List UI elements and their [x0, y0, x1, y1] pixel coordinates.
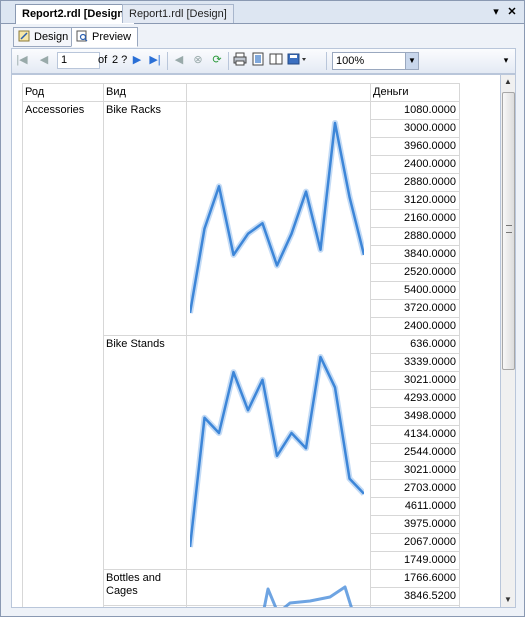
grid-line	[22, 83, 460, 84]
money-cell: 2544.0000	[404, 446, 456, 458]
money-cell: 2160.0000	[404, 212, 456, 224]
report-preview-area: Род Вид Деньги Accessories Bike Racks 108…	[11, 74, 501, 608]
tab-report1-design[interactable]: Report1.rdl [Design]	[122, 4, 234, 23]
money-cell: 2880.0000	[404, 176, 456, 188]
preview-icon	[76, 30, 88, 42]
money-cell: 2880.0000	[404, 230, 456, 242]
document-tab-strip: Report2.rdl [Design] Report1.rdl [Design…	[1, 1, 524, 24]
money-cell: 1080.0000	[404, 104, 456, 116]
last-page-icon[interactable]: ▶|	[147, 52, 163, 68]
zoom-value: 100%	[336, 55, 365, 67]
preview-toolbar: |◀ ◀ 1 of 2 ? ▶ ▶| ◀ ⊗ ⟳ 100% ▼ ▾	[11, 48, 516, 74]
grid-line	[22, 83, 23, 607]
page-of-label: of	[98, 54, 108, 66]
previous-page-icon[interactable]: ◀	[36, 52, 52, 68]
sparkline-chart	[190, 354, 364, 548]
tab-report2-design[interactable]: Report2.rdl [Design]	[15, 4, 135, 24]
sparkline-series	[190, 355, 364, 548]
money-cell: 3960.0000	[404, 140, 456, 152]
vertical-scrollbar[interactable]: ▲ ▼	[500, 74, 516, 608]
scroll-down-icon[interactable]: ▼	[501, 593, 515, 607]
toolbar-overflow-icon[interactable]: ▾	[498, 52, 514, 68]
money-cell: 3720.0000	[404, 302, 456, 314]
money-cell: 3846.5200	[404, 590, 456, 602]
chevron-down-icon[interactable]: ▼	[405, 53, 418, 69]
sparkline-chart	[262, 585, 353, 607]
money-cell: 2520.0000	[404, 266, 456, 278]
money-cell: 3000.0000	[404, 122, 456, 134]
money-cell: 5400.0000	[404, 284, 456, 296]
print-layout-icon[interactable]	[250, 52, 266, 68]
close-icon[interactable]: ✕	[505, 5, 519, 19]
money-cell: 3021.0000	[404, 464, 456, 476]
money-cell: 4293.0000	[404, 392, 456, 404]
sparkline-series	[262, 585, 353, 607]
money-cell: 4134.0000	[404, 428, 456, 440]
grid-line	[370, 605, 460, 606]
dropdown-icon[interactable]: ▾	[489, 5, 503, 19]
money-cell: 2400.0000	[404, 320, 456, 332]
money-cell: 636.0000	[410, 338, 456, 350]
money-cell: 1766.6000	[404, 572, 456, 584]
grip-icon	[506, 225, 512, 233]
tab-design-label: Design	[34, 31, 69, 43]
rod-cell: Accessories	[25, 104, 85, 116]
column-header-rod: Род	[25, 86, 45, 98]
design-icon	[18, 30, 30, 42]
money-cell: 3840.0000	[404, 248, 456, 260]
money-cell: 4611.0000	[404, 500, 456, 512]
money-cell: 3339.0000	[404, 356, 456, 368]
vid-cell: Bike Stands	[106, 338, 165, 350]
grid-line	[459, 83, 460, 607]
money-cell: 2067.0000	[404, 536, 456, 548]
page-number-input[interactable]: 1	[57, 52, 100, 69]
money-cell: 3021.0000	[404, 374, 456, 386]
export-icon[interactable]	[286, 52, 310, 68]
money-cell: 2400.0000	[404, 158, 456, 170]
next-page-icon[interactable]: ▶	[129, 52, 145, 68]
view-tab-strip: Design Preview	[1, 24, 524, 47]
refresh-icon[interactable]: ⟳	[209, 52, 225, 68]
report-designer-window: Report2.rdl [Design] Report1.rdl [Design…	[0, 0, 525, 617]
toolbar-separator	[167, 52, 168, 70]
tab-design[interactable]: Design	[13, 27, 76, 47]
sparkline-chart	[190, 120, 364, 314]
money-cell: 3975.0000	[404, 518, 456, 530]
money-cell: 2703.0000	[404, 482, 456, 494]
page-setup-icon[interactable]	[268, 52, 284, 68]
vid-cell: Bike Racks	[106, 104, 162, 116]
grid-line	[186, 83, 187, 607]
toolbar-separator	[228, 52, 229, 70]
print-icon[interactable]	[232, 52, 248, 68]
tab-preview-label: Preview	[92, 31, 132, 43]
column-header-vid: Вид	[106, 86, 126, 98]
grid-line	[103, 83, 104, 607]
scroll-thumb[interactable]	[502, 92, 515, 370]
money-cell: 3120.0000	[404, 194, 456, 206]
sparkline-glow	[190, 120, 364, 314]
tab-preview[interactable]: Preview	[71, 27, 139, 47]
stop-icon[interactable]: ⊗	[190, 52, 206, 68]
column-header-money: Деньги	[373, 86, 409, 98]
page-count-label: 2 ?	[112, 54, 128, 66]
first-page-icon[interactable]: |◀	[14, 52, 30, 68]
toolbar-separator	[326, 52, 327, 70]
money-cell: 1749.0000	[404, 554, 456, 566]
scroll-up-icon[interactable]: ▲	[501, 75, 515, 89]
zoom-select[interactable]: 100% ▼	[332, 52, 419, 70]
vid-cell: Bottles and Cages	[106, 572, 162, 597]
money-cell: 3498.0000	[404, 410, 456, 422]
back-icon[interactable]: ◀	[171, 52, 187, 68]
